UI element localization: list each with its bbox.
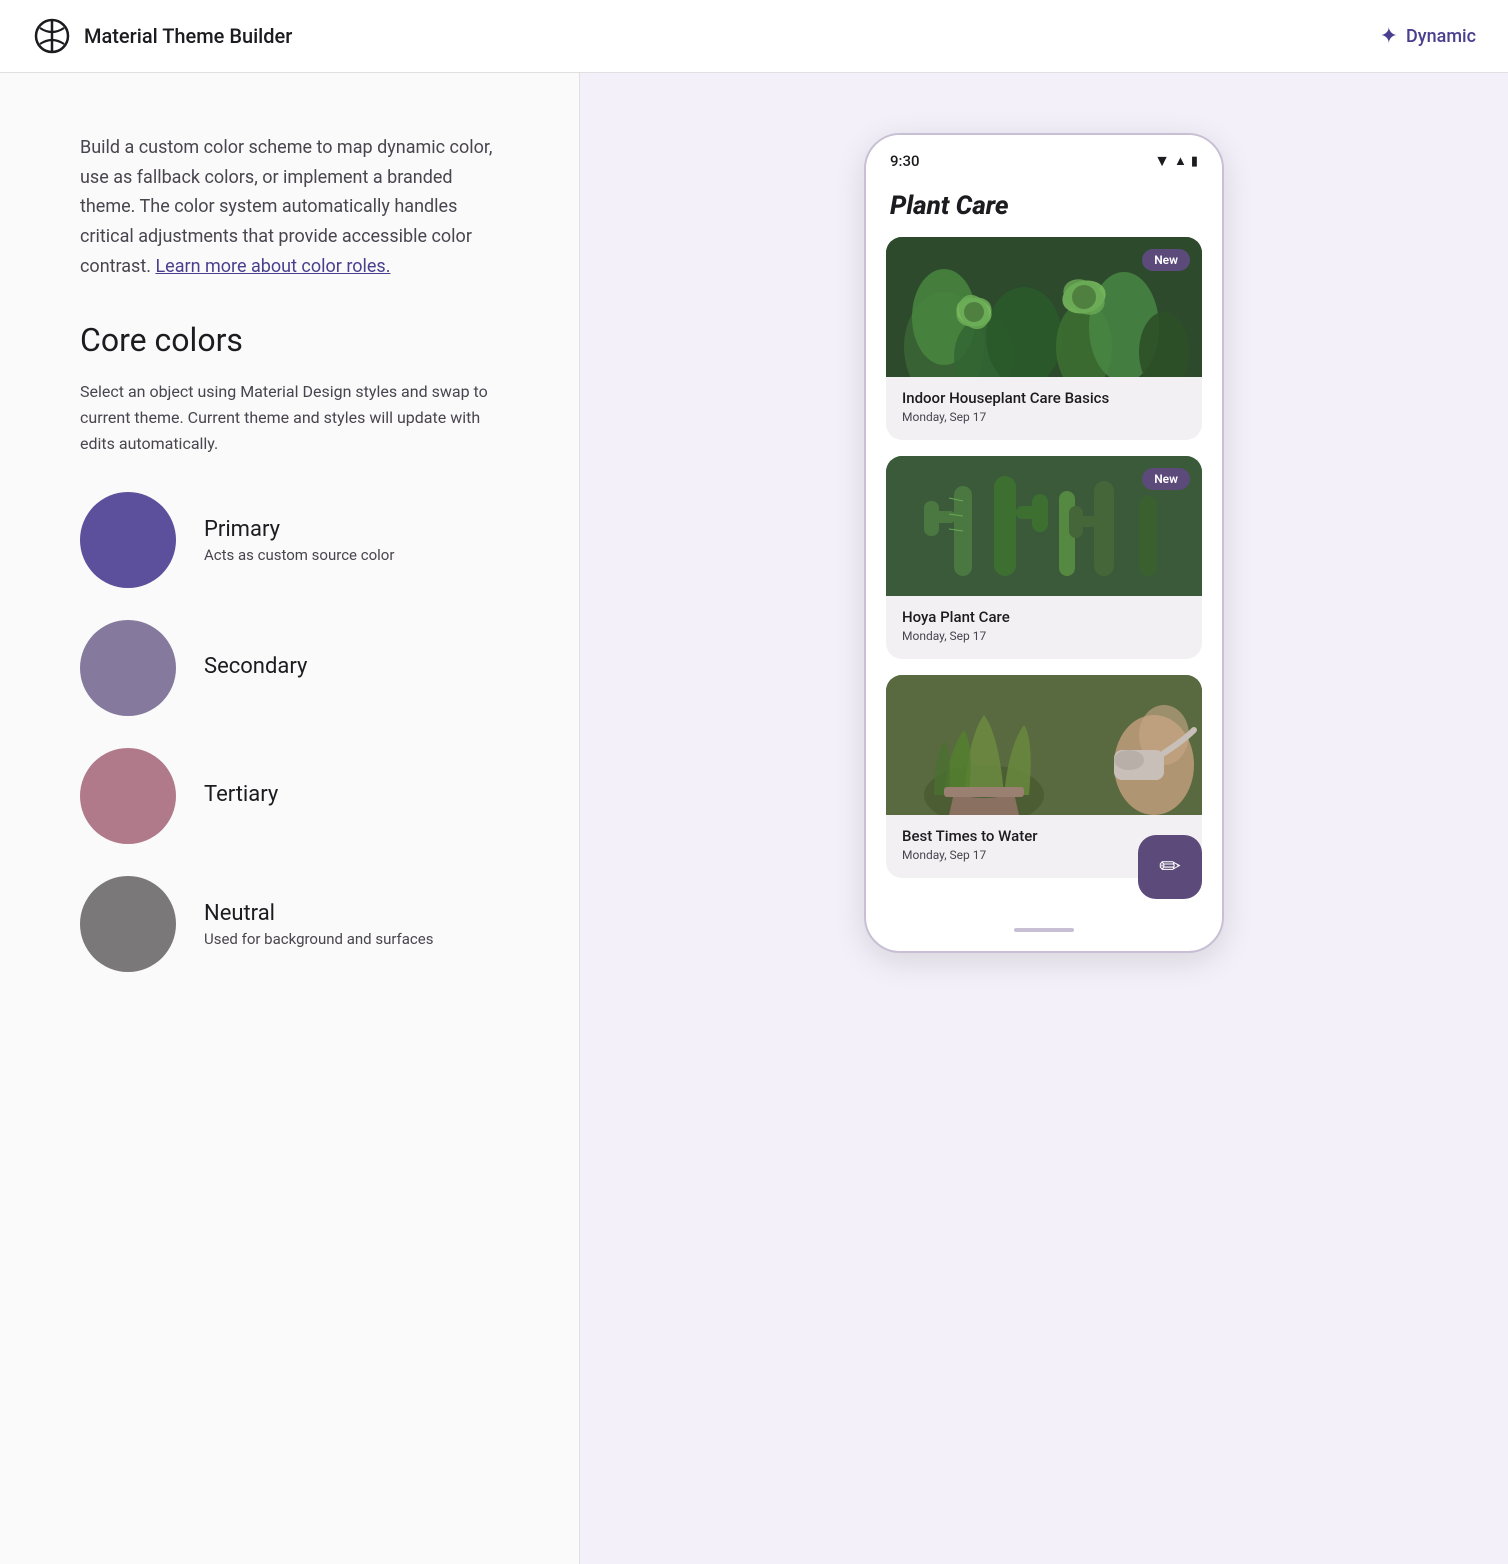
material-logo-icon <box>32 16 72 56</box>
card-1-date: Monday, Sep 17 <box>902 410 1186 424</box>
phone-app-title: Plant Care <box>886 191 1202 221</box>
phone-bottom-bar <box>866 914 1222 942</box>
primary-color-name: Primary <box>204 517 394 542</box>
edit-icon: ✏ <box>1159 852 1181 882</box>
card-1-badge: New <box>1142 249 1190 271</box>
intro-text: Build a custom color scheme to map dynam… <box>80 133 499 281</box>
plant-card-1-image: New <box>886 237 1202 377</box>
phone-status-bar: 9:30 ▼ ▲ ▮ <box>866 135 1222 179</box>
card-1-title: Indoor Houseplant Care Basics <box>902 389 1186 407</box>
status-icons: ▼ ▲ ▮ <box>1154 151 1198 171</box>
dynamic-button[interactable]: ✦ Dynamic <box>1380 24 1476 49</box>
primary-color-circle[interactable] <box>80 492 176 588</box>
card-2-date: Monday, Sep 17 <box>902 629 1186 643</box>
fab-button[interactable]: ✏ <box>1138 835 1202 899</box>
home-indicator <box>1014 928 1074 932</box>
secondary-color-circle[interactable] <box>80 620 176 716</box>
dynamic-label: Dynamic <box>1406 26 1476 47</box>
sparkle-icon: ✦ <box>1380 24 1398 49</box>
plant-card-2[interactable]: New Hoya Plant Care Monday, Sep 17 <box>886 456 1202 659</box>
signal-icon: ▲ <box>1174 153 1187 169</box>
plant-card-3-image <box>886 675 1202 815</box>
primary-color-info: Primary Acts as custom source color <box>204 517 394 564</box>
card-2-title: Hoya Plant Care <box>902 608 1186 626</box>
color-item-secondary: Secondary <box>80 620 499 716</box>
neutral-color-name: Neutral <box>204 901 433 926</box>
phone-content: Plant Care <box>866 179 1222 914</box>
neutral-color-circle[interactable] <box>80 876 176 972</box>
plant-card-2-image: New <box>886 456 1202 596</box>
secondary-color-name: Secondary <box>204 654 307 679</box>
battery-icon: ▮ <box>1191 154 1198 169</box>
tertiary-color-circle[interactable] <box>80 748 176 844</box>
card-2-info: Hoya Plant Care Monday, Sep 17 <box>886 596 1202 659</box>
neutral-color-desc: Used for background and surfaces <box>204 930 433 948</box>
core-colors-title: Core colors <box>80 321 499 359</box>
wifi-icon: ▼ <box>1154 151 1170 171</box>
neutral-color-info: Neutral Used for background and surfaces <box>204 901 433 948</box>
tertiary-color-info: Tertiary <box>204 782 278 811</box>
learn-more-link[interactable]: Learn more about color roles. <box>155 256 390 277</box>
header: Material Theme Builder ✦ Dynamic <box>0 0 1508 73</box>
phone-mockup: 9:30 ▼ ▲ ▮ Plant Care <box>864 133 1224 953</box>
main-container: Build a custom color scheme to map dynam… <box>0 73 1508 1564</box>
color-item-neutral: Neutral Used for background and surfaces <box>80 876 499 972</box>
card-1-info: Indoor Houseplant Care Basics Monday, Se… <box>886 377 1202 440</box>
right-panel: 9:30 ▼ ▲ ▮ Plant Care <box>580 73 1508 1564</box>
card-2-badge: New <box>1142 468 1190 490</box>
status-time: 9:30 <box>890 152 920 170</box>
color-item-primary: Primary Acts as custom source color <box>80 492 499 588</box>
app-title: Material Theme Builder <box>84 24 292 48</box>
plant-decoration-3 <box>886 675 1202 815</box>
secondary-color-info: Secondary <box>204 654 307 683</box>
header-left: Material Theme Builder <box>32 16 292 56</box>
color-item-tertiary: Tertiary <box>80 748 499 844</box>
primary-color-desc: Acts as custom source color <box>204 546 394 564</box>
tertiary-color-name: Tertiary <box>204 782 278 807</box>
core-colors-subtitle: Select an object using Material Design s… <box>80 379 499 456</box>
plant-card-1[interactable]: New Indoor Houseplant Care Basics Monday… <box>886 237 1202 440</box>
left-panel: Build a custom color scheme to map dynam… <box>0 73 580 1564</box>
